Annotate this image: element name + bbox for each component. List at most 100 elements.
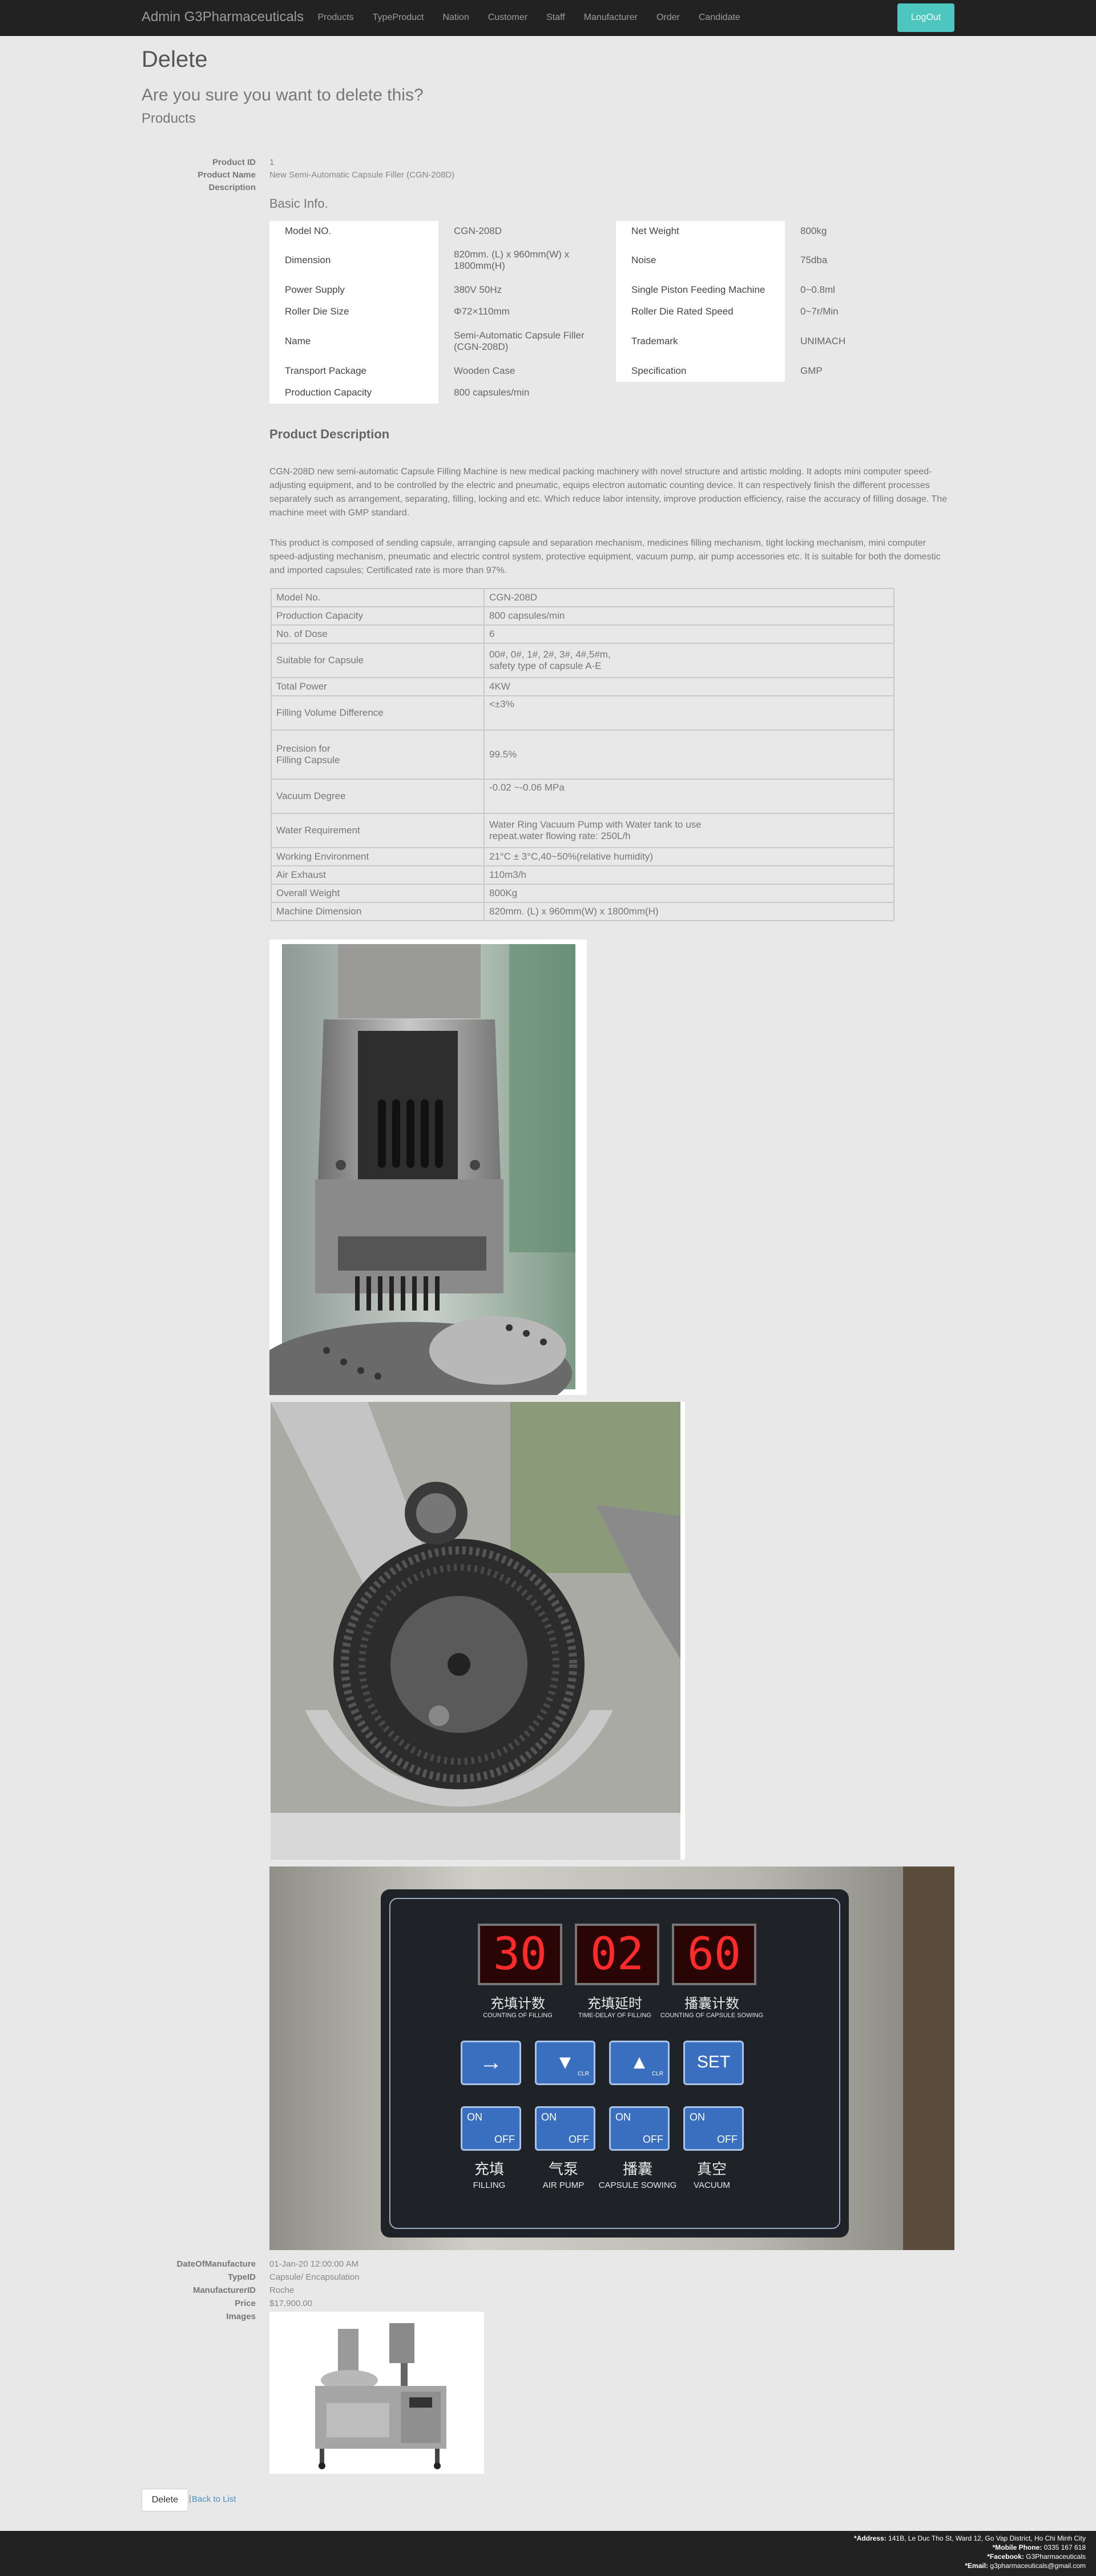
display-label-cn: 播囊计数 bbox=[684, 1996, 739, 2011]
spec-key: Overall Weight bbox=[271, 884, 485, 903]
spec-value: CGN-208D bbox=[483, 588, 894, 607]
nav-link-typeproduct[interactable]: TypeProduct bbox=[363, 0, 433, 35]
product-photo-filling-head bbox=[252, 940, 587, 1425]
spec-value: 21°C ± 3°C,40~50%(relative humidity) bbox=[483, 847, 894, 866]
basic-value: CGN-208D bbox=[454, 225, 502, 236]
toggle-label-cn: 充填 bbox=[474, 2160, 504, 2178]
basic-key: Single Piston Feeding Machine bbox=[616, 279, 785, 301]
nav-link-order[interactable]: Order bbox=[647, 0, 689, 35]
spec-key: Water Requirement bbox=[271, 813, 485, 848]
spec-row: Water Requirement Water Ring Vacuum Pump … bbox=[271, 813, 894, 848]
spec-row: Total Power 4KW bbox=[271, 677, 894, 696]
footer: *Address: 141B, Le Duc Tho St, Ward 12, … bbox=[0, 2531, 1096, 2576]
product-description-heading: Product Description bbox=[269, 427, 390, 441]
product-photo-sowing-wheel bbox=[271, 1402, 685, 1860]
footer-facebook: *Facebook: G3Pharmaceuticals bbox=[987, 2553, 1086, 2561]
basic-key: Transport Package bbox=[269, 360, 438, 382]
spec-value: 110m3/h bbox=[483, 865, 894, 885]
basic-key: Model NO. bbox=[269, 221, 438, 241]
spec-value: 00#, 0#, 1#, 2#, 3#, 4#,5#m, safety type… bbox=[483, 643, 894, 678]
basic-value: 0~0.8ml bbox=[800, 284, 835, 295]
basic-info-row: Transport Package Wooden Case Specificat… bbox=[269, 360, 956, 382]
spec-row: Production Capacity 800 capsules/min bbox=[271, 606, 894, 626]
control-panel-face: 30 02 60 充填计数 充填延时 播囊计数 COUNTING OF FILL… bbox=[381, 1889, 849, 2238]
nav-link-nation[interactable]: Nation bbox=[433, 0, 478, 35]
spec-row: Precision for Filling Capsule 99.5% bbox=[271, 729, 894, 780]
spec-key: Filling Volume Difference bbox=[271, 695, 485, 731]
basic-key: Trademark bbox=[616, 322, 785, 360]
basic-value: 820mm. (L) x 960mm(W) x 1800mm(H) bbox=[454, 249, 570, 271]
display-label-en: COUNTING OF CAPSULE SOWING bbox=[660, 2012, 764, 2019]
clr-label: CLR bbox=[652, 2071, 664, 2077]
basic-info-row: Model NO. CGN-208D Net Weight 800kg bbox=[269, 221, 956, 241]
basic-key: Production Capacity bbox=[269, 382, 438, 404]
spec-key: Precision for Filling Capsule bbox=[271, 729, 485, 780]
toggle-label-en: FILLING bbox=[473, 2180, 506, 2190]
led-display-sowing-count: 60 bbox=[672, 1924, 756, 1985]
led-display-filling-delay: 02 bbox=[575, 1924, 659, 1985]
toggle-label-en: AIR PUMP bbox=[542, 2180, 585, 2190]
product-thumbnail bbox=[269, 2312, 484, 2474]
basic-key: Roller Die Size bbox=[269, 301, 438, 322]
spec-key: Total Power bbox=[271, 677, 485, 696]
nav-link-manufacturer[interactable]: Manufacturer bbox=[574, 0, 647, 35]
spec-row: Filling Volume Difference <±3% bbox=[271, 695, 894, 731]
toggle-label-cn: 气泵 bbox=[548, 2160, 578, 2178]
spec-key: No. of Dose bbox=[271, 624, 485, 644]
air-pump-toggle: ON OFF bbox=[535, 2106, 595, 2151]
product-id-value: 1 bbox=[269, 158, 275, 167]
footer-phone: *Mobile Phone: 0335 167 618 bbox=[992, 2543, 1086, 2551]
spec-value: 820mm. (L) x 960mm(W) x 1800mm(H) bbox=[483, 902, 894, 921]
delete-button[interactable]: Delete bbox=[142, 2489, 188, 2512]
arrow-right-key: → bbox=[461, 2041, 521, 2085]
logout-button[interactable]: LogOut bbox=[897, 3, 954, 32]
basic-value: 800kg bbox=[800, 225, 827, 236]
spec-key: Working Environment bbox=[271, 847, 485, 866]
price-label: Price bbox=[235, 2299, 256, 2308]
spec-row: Air Exhaust 110m3/h bbox=[271, 865, 894, 885]
navbar: Admin G3Pharmaceuticals Products TypePro… bbox=[0, 0, 1096, 36]
arrow-down-key: ▼ bbox=[535, 2041, 595, 2085]
basic-value: 75dba bbox=[800, 255, 828, 265]
basic-key: Power Supply bbox=[269, 279, 438, 301]
basic-value: GMP bbox=[800, 365, 823, 376]
spec-value: 800Kg bbox=[483, 884, 894, 903]
back-to-list-link[interactable]: Back to List bbox=[192, 2494, 236, 2504]
basic-value: UNIMACH bbox=[800, 336, 846, 346]
brand-link[interactable]: Admin G3Pharmaceuticals bbox=[142, 9, 304, 25]
toggle-label-en: VACUUM bbox=[694, 2180, 730, 2190]
led-display-filling-count: 30 bbox=[478, 1924, 562, 1985]
basic-info-row: Production Capacity 800 capsules/min bbox=[269, 382, 956, 404]
spec-key: Production Capacity bbox=[271, 606, 485, 626]
images-label: Images bbox=[226, 2312, 256, 2321]
description-body: Basic Info. bbox=[269, 191, 954, 211]
arrow-up-key: ▲ bbox=[609, 2041, 670, 2085]
spec-value: -0.02 ~-0.06 MPa bbox=[483, 779, 894, 814]
type-label: TypeID bbox=[228, 2272, 256, 2282]
spec-row: Overall Weight 800Kg bbox=[271, 884, 894, 903]
manufacturer-value: Roche bbox=[269, 2285, 295, 2295]
vacuum-toggle: ON OFF bbox=[683, 2106, 744, 2151]
basic-value: Wooden Case bbox=[454, 365, 515, 376]
spec-key: Air Exhaust bbox=[271, 865, 485, 885]
basic-info-row: Dimension 820mm. (L) x 960mm(W) x 1800mm… bbox=[269, 241, 956, 279]
basic-value: 800 capsules/min bbox=[454, 387, 530, 398]
product-name-value: New Semi-Automatic Capsule Filler (CGN-2… bbox=[269, 170, 455, 180]
nav-link-customer[interactable]: Customer bbox=[478, 0, 537, 35]
spec-row: Machine Dimension 820mm. (L) x 960mm(W) x… bbox=[271, 902, 894, 921]
basic-key: Dimension bbox=[269, 241, 438, 279]
nav-link-products[interactable]: Products bbox=[308, 0, 363, 35]
product-photo-control-panel: 30 02 60 充填计数 充填延时 播囊计数 COUNTING OF FILL… bbox=[269, 1867, 954, 2250]
filling-toggle: ON OFF bbox=[461, 2106, 521, 2151]
nav-link-candidate[interactable]: Candidate bbox=[689, 0, 750, 35]
spec-value: 99.5% bbox=[483, 729, 894, 780]
basic-value: Semi-Automatic Capsule Filler (CGN-208D) bbox=[454, 330, 585, 352]
nav-menu: Products TypeProduct Nation Customer Sta… bbox=[308, 0, 750, 35]
display-label-cn: 充填延时 bbox=[587, 1996, 642, 2011]
spec-value: <±3% bbox=[483, 695, 894, 731]
basic-info-row: Name Semi-Automatic Capsule Filler (CGN-… bbox=[269, 322, 956, 360]
basic-value: Φ72×110mm bbox=[454, 306, 510, 317]
entity-heading: Products bbox=[142, 111, 196, 126]
nav-link-staff[interactable]: Staff bbox=[537, 0, 575, 35]
date-value: 01-Jan-20 12:00:00 AM bbox=[269, 2259, 358, 2269]
